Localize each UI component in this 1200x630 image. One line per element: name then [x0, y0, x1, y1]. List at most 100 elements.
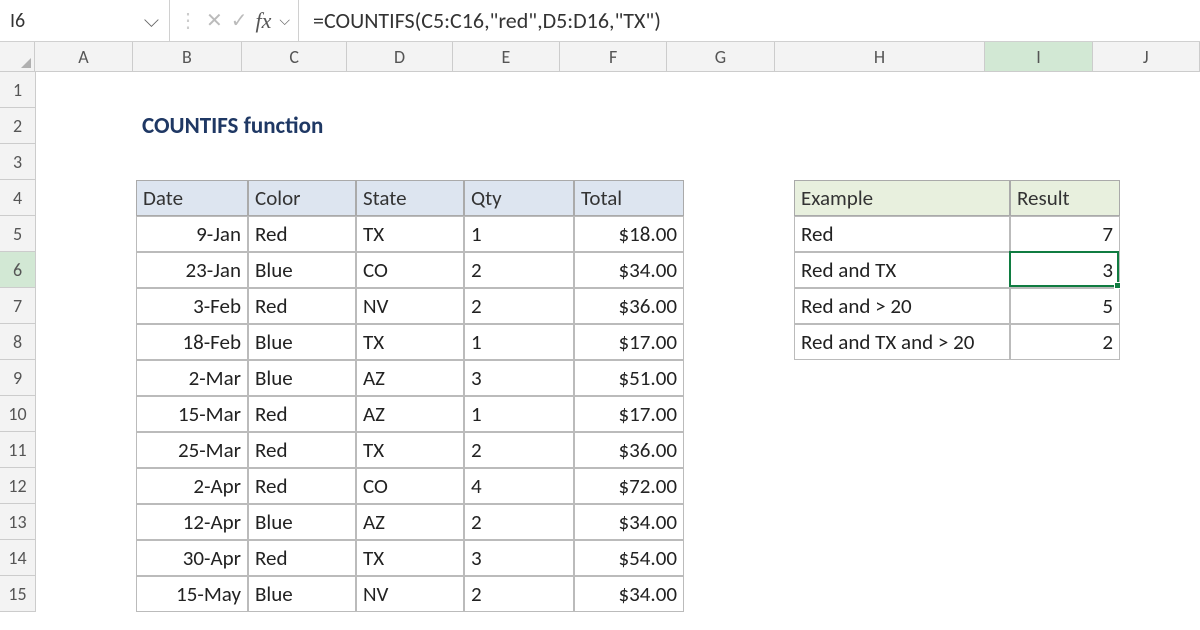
cell-state[interactable]: AZ	[356, 396, 464, 432]
table-header[interactable]: Total	[574, 180, 684, 216]
cell-date[interactable]: 3-Feb	[136, 288, 248, 324]
cell-state[interactable]: AZ	[356, 360, 464, 396]
row-header-8[interactable]: 8	[0, 324, 35, 360]
row-header-15[interactable]: 15	[0, 576, 35, 612]
cell-date[interactable]: 9-Jan	[136, 216, 248, 252]
cell-total[interactable]: $36.00	[574, 432, 684, 468]
col-header-F[interactable]: F	[560, 42, 667, 71]
cell-example[interactable]: Red and TX and > 20	[794, 324, 1010, 360]
col-header-E[interactable]: E	[453, 42, 560, 71]
cell-example[interactable]: Red and > 20	[794, 288, 1010, 324]
cell-result[interactable]: 7	[1010, 216, 1120, 252]
row-header-5[interactable]: 5	[0, 216, 35, 252]
formula-input[interactable]: =COUNTIFS(C5:C16,"red",D5:D16,"TX")	[299, 0, 1200, 41]
cell-date[interactable]: 15-Mar	[136, 396, 248, 432]
cell-qty[interactable]: 1	[464, 396, 574, 432]
cell-result[interactable]: 5	[1010, 288, 1120, 324]
cell-state[interactable]: TX	[356, 216, 464, 252]
row-header-1[interactable]: 1	[0, 72, 35, 108]
side-header[interactable]: Example	[794, 180, 1010, 216]
page-title[interactable]: COUNTIFS function	[136, 108, 536, 144]
cell-total[interactable]: $36.00	[574, 288, 684, 324]
cell-color[interactable]: Red	[248, 432, 356, 468]
name-box[interactable]: I6 ⌵	[0, 0, 170, 41]
col-header-B[interactable]: B	[133, 42, 242, 71]
side-header[interactable]: Result	[1010, 180, 1120, 216]
col-header-G[interactable]: G	[667, 42, 774, 71]
cell-qty[interactable]: 3	[464, 360, 574, 396]
cell-color[interactable]: Blue	[248, 360, 356, 396]
cell-total[interactable]: $34.00	[574, 252, 684, 288]
cell-date[interactable]: 25-Mar	[136, 432, 248, 468]
cell-total[interactable]: $17.00	[574, 396, 684, 432]
table-header[interactable]: Color	[248, 180, 356, 216]
cell-color[interactable]: Blue	[248, 324, 356, 360]
row-header-11[interactable]: 11	[0, 432, 35, 468]
cell-total[interactable]: $34.00	[574, 576, 684, 612]
cell-date[interactable]: 23-Jan	[136, 252, 248, 288]
col-header-I[interactable]: I	[985, 42, 1092, 71]
fx-icon[interactable]: fx	[256, 8, 272, 34]
row-header-2[interactable]: 2	[0, 108, 35, 144]
select-all-corner[interactable]	[0, 42, 35, 71]
cell-date[interactable]: 12-Apr	[136, 504, 248, 540]
row-header-12[interactable]: 12	[0, 468, 35, 504]
cell-state[interactable]: AZ	[356, 504, 464, 540]
cell-result[interactable]: 2	[1010, 324, 1120, 360]
cell-total[interactable]: $51.00	[574, 360, 684, 396]
cell-total[interactable]: $72.00	[574, 468, 684, 504]
cell-example[interactable]: Red	[794, 216, 1010, 252]
row-header-13[interactable]: 13	[0, 504, 35, 540]
cell-color[interactable]: Blue	[248, 576, 356, 612]
cell-color[interactable]: Blue	[248, 504, 356, 540]
col-header-J[interactable]: J	[1093, 42, 1200, 71]
row-header-14[interactable]: 14	[0, 540, 35, 576]
col-header-A[interactable]: A	[35, 42, 133, 71]
table-header[interactable]: State	[356, 180, 464, 216]
cell-total[interactable]: $17.00	[574, 324, 684, 360]
cell-color[interactable]: Red	[248, 216, 356, 252]
cell-color[interactable]: Blue	[248, 252, 356, 288]
table-header[interactable]: Date	[136, 180, 248, 216]
cell-date[interactable]: 30-Apr	[136, 540, 248, 576]
table-header[interactable]: Qty	[464, 180, 574, 216]
row-header-9[interactable]: 9	[0, 360, 35, 396]
cell-state[interactable]: CO	[356, 468, 464, 504]
cell-qty[interactable]: 2	[464, 432, 574, 468]
cell-color[interactable]: Red	[248, 288, 356, 324]
col-header-C[interactable]: C	[242, 42, 347, 71]
cell-qty[interactable]: 1	[464, 216, 574, 252]
cell-qty[interactable]: 2	[464, 288, 574, 324]
cell-qty[interactable]: 1	[464, 324, 574, 360]
cell-result[interactable]: 3	[1010, 252, 1120, 288]
cell-qty[interactable]: 2	[464, 576, 574, 612]
cell-date[interactable]: 2-Mar	[136, 360, 248, 396]
cell-date[interactable]: 15-May	[136, 576, 248, 612]
row-header-10[interactable]: 10	[0, 396, 35, 432]
chevron-down-icon[interactable]: ⌵	[279, 12, 290, 29]
cell-date[interactable]: 2-Apr	[136, 468, 248, 504]
cell-total[interactable]: $34.00	[574, 504, 684, 540]
cell-state[interactable]: TX	[356, 540, 464, 576]
cell-area[interactable]: COUNTIFS function DateColorStateQtyTotal 9…	[36, 72, 1200, 612]
row-header-7[interactable]: 7	[0, 288, 35, 324]
cell-qty[interactable]: 3	[464, 540, 574, 576]
cell-qty[interactable]: 4	[464, 468, 574, 504]
cell-state[interactable]: CO	[356, 252, 464, 288]
cell-state[interactable]: TX	[356, 432, 464, 468]
cell-qty[interactable]: 2	[464, 252, 574, 288]
cell-color[interactable]: Red	[248, 396, 356, 432]
cell-color[interactable]: Red	[248, 540, 356, 576]
col-header-H[interactable]: H	[775, 42, 986, 71]
row-header-3[interactable]: 3	[0, 144, 35, 180]
cancel-icon[interactable]: ✕	[206, 8, 223, 33]
row-header-4[interactable]: 4	[0, 180, 35, 216]
col-header-D[interactable]: D	[347, 42, 452, 71]
cell-example[interactable]: Red and TX	[794, 252, 1010, 288]
cell-state[interactable]: NV	[356, 288, 464, 324]
cell-state[interactable]: NV	[356, 576, 464, 612]
cell-total[interactable]: $54.00	[574, 540, 684, 576]
cell-color[interactable]: Red	[248, 468, 356, 504]
cell-date[interactable]: 18-Feb	[136, 324, 248, 360]
confirm-icon[interactable]: ✓	[231, 8, 248, 33]
